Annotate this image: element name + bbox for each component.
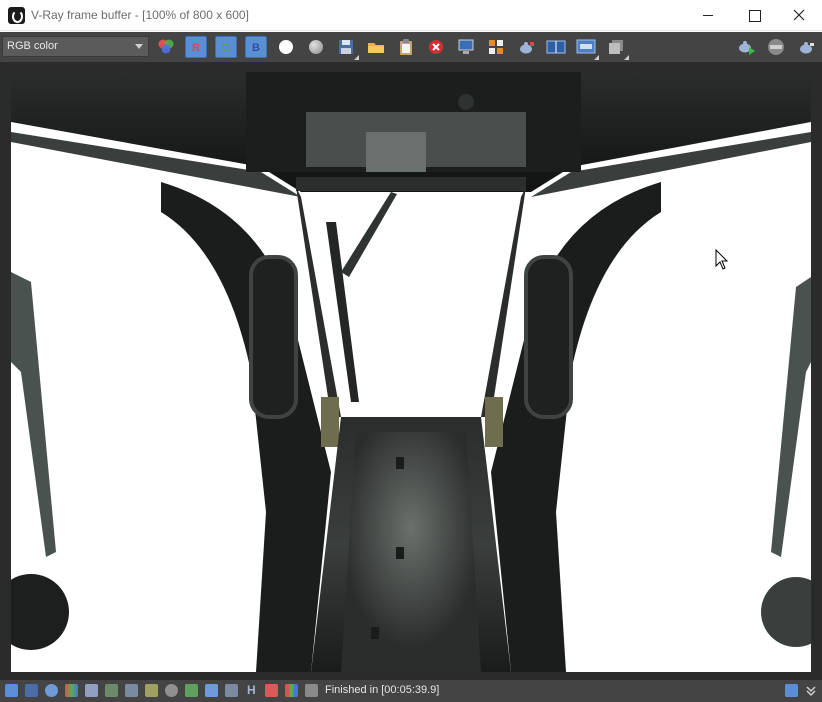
compare-ab-button[interactable] (545, 36, 567, 58)
hsl-icon[interactable] (85, 684, 98, 697)
channel-red-button[interactable]: R (185, 36, 207, 58)
window-layout-icon[interactable] (785, 684, 798, 697)
teapot-play-icon (739, 41, 755, 55)
cabin-render-image (11, 72, 811, 672)
window-title: V-Ray frame buffer - [100% of 800 x 600] (31, 8, 249, 22)
copy-to-clipboard-button[interactable] (395, 36, 417, 58)
render-button[interactable] (795, 36, 817, 58)
white-circle-icon (279, 40, 293, 54)
stereo-icon[interactable] (265, 684, 278, 697)
teapot-icon (800, 42, 814, 54)
close-button[interactable] (776, 0, 822, 31)
mouse-cursor-icon (715, 249, 729, 270)
rendered-image[interactable] (11, 72, 811, 672)
save-render-icon[interactable] (25, 684, 38, 697)
ab-compare-icon (546, 40, 566, 54)
info-icon[interactable] (45, 684, 58, 697)
stop-render-button[interactable] (765, 36, 787, 58)
teapot-icon (520, 42, 534, 54)
stop-icon (768, 39, 784, 55)
floppy-disk-icon (339, 40, 353, 54)
monitor-icon (458, 39, 474, 54)
clear-image-button[interactable] (425, 36, 447, 58)
gear-icon[interactable] (165, 684, 178, 697)
status-bar: H Finished in [00:05:39.9] (0, 680, 822, 702)
histogram-icon[interactable] (125, 684, 138, 697)
lut-icon[interactable] (105, 684, 118, 697)
zoom-50-icon (576, 39, 596, 54)
rgb-bars-icon[interactable] (285, 684, 298, 697)
region-render-button[interactable] (485, 36, 507, 58)
curve-icon[interactable] (205, 684, 218, 697)
chevron-down-icon (135, 44, 143, 49)
maximize-button[interactable] (731, 0, 777, 31)
render-last-button[interactable] (515, 36, 537, 58)
minimize-button[interactable] (685, 0, 731, 31)
ocio-icon[interactable] (225, 684, 238, 697)
start-interactive-render-button[interactable] (735, 36, 757, 58)
clipboard-icon (400, 39, 412, 55)
close-icon (793, 9, 805, 21)
alpha-channel-button[interactable] (305, 36, 327, 58)
lens-effects-icon[interactable] (185, 684, 198, 697)
mono-mode-button[interactable] (275, 36, 297, 58)
load-image-button[interactable] (365, 36, 387, 58)
history-button[interactable] (605, 36, 629, 60)
color-corrections-button[interactable] (155, 36, 177, 58)
render-area[interactable] (0, 62, 822, 680)
gray-sphere-icon (309, 40, 323, 54)
render-status-text: Finished in [00:05:39.9] (325, 684, 440, 696)
zoom-50-button[interactable] (575, 36, 599, 60)
channel-select-value: RGB color (7, 40, 58, 52)
history-stack-icon (609, 40, 623, 54)
track-mouse-button[interactable] (455, 36, 477, 58)
toolbar: RGB color R G B (0, 32, 822, 62)
h-label[interactable]: H (247, 683, 256, 697)
exposure-icon[interactable] (145, 684, 158, 697)
folder-icon (368, 43, 384, 53)
color-levels-icon[interactable] (65, 684, 78, 697)
double-chevron-down-icon[interactable] (805, 685, 817, 697)
clear-x-icon (429, 40, 443, 54)
region-grid-icon (489, 40, 503, 54)
rgb-circles-icon (158, 39, 174, 54)
channel-select[interactable]: RGB color (2, 36, 149, 57)
channel-blue-button[interactable]: B (245, 36, 267, 58)
vray-logo-icon (8, 7, 25, 24)
pixel-info-icon[interactable] (305, 684, 318, 697)
channel-green-button[interactable]: G (215, 36, 237, 58)
show-toolbar-icon[interactable] (5, 684, 18, 697)
title-bar: V-Ray frame buffer - [100% of 800 x 600] (0, 0, 822, 31)
save-image-button[interactable] (335, 36, 359, 60)
